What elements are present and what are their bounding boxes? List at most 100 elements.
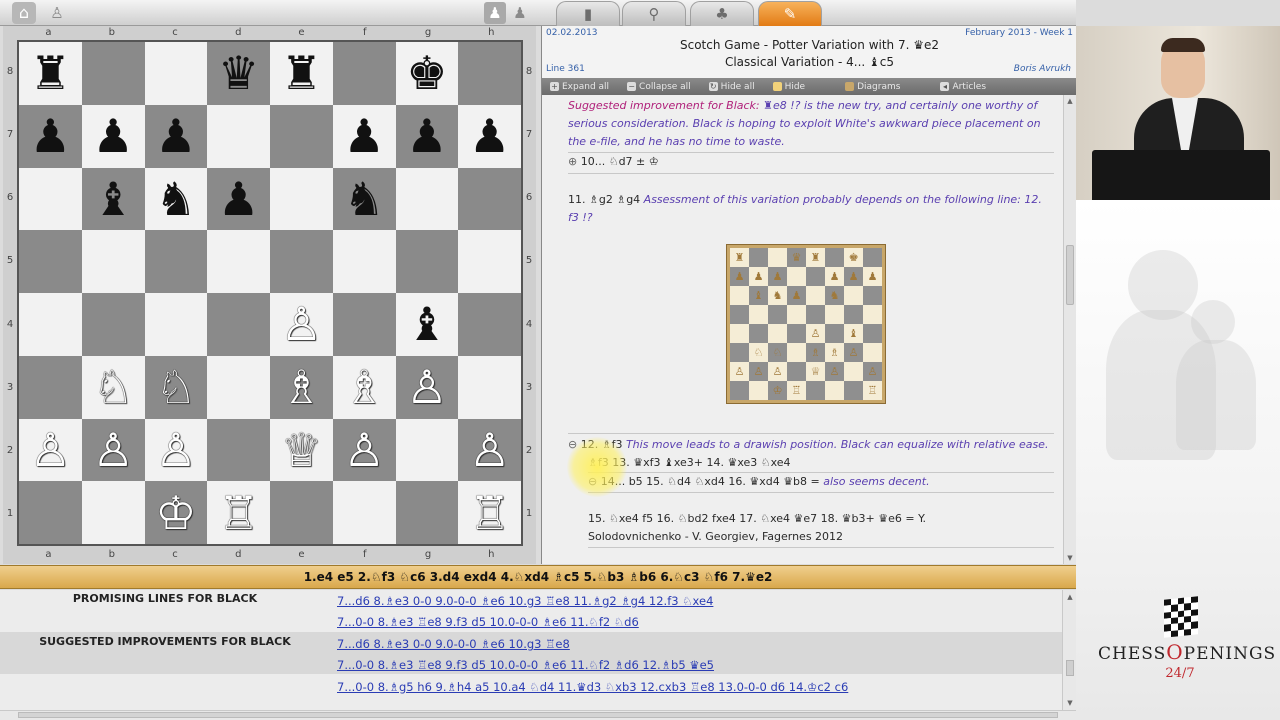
square-e1[interactable] <box>270 481 333 544</box>
square-c8[interactable] <box>144 42 208 105</box>
tab-search[interactable]: ⚲ <box>622 1 686 26</box>
chess-piece[interactable]: ♟ <box>406 113 447 159</box>
square-b2[interactable]: ♙ <box>81 418 145 482</box>
scroll-thumb[interactable] <box>18 712 1058 718</box>
square-c3[interactable]: ♘ <box>144 355 208 419</box>
variation-10[interactable]: ⊕ 10... ♘d7 ± ♔ <box>568 153 659 171</box>
panel-scrollbar[interactable]: ▲ ▼ <box>1063 95 1076 564</box>
square-h3[interactable] <box>458 355 521 419</box>
square-a5[interactable] <box>19 230 82 293</box>
chess-piece[interactable]: ♟ <box>469 113 510 159</box>
variation-12[interactable]: ⊖ 12. ♗f3 This move leads to a drawish p… <box>568 436 1054 454</box>
square-g2[interactable] <box>395 418 459 482</box>
square-a3[interactable] <box>19 355 82 419</box>
scroll-thumb[interactable] <box>1066 245 1074 305</box>
chess-piece[interactable]: ♞ <box>344 176 385 222</box>
square-e2[interactable]: ♕ <box>270 418 333 482</box>
square-e8[interactable]: ♜ <box>270 42 333 105</box>
scroll-down-arrow[interactable]: ▼ <box>1065 554 1075 562</box>
scroll-down-arrow[interactable]: ▼ <box>1065 699 1075 707</box>
chess-piece[interactable]: ♗ <box>281 364 322 410</box>
chess-piece[interactable]: ♘ <box>155 364 196 410</box>
square-a7[interactable]: ♟ <box>19 104 82 168</box>
square-d7[interactable] <box>207 104 270 168</box>
chess-piece[interactable]: ♕ <box>281 427 322 473</box>
tab-book[interactable]: ▮ <box>556 1 620 26</box>
square-f6[interactable]: ♞ <box>332 167 396 231</box>
square-e7[interactable] <box>270 104 333 168</box>
chess-piece[interactable]: ♘ <box>93 364 134 410</box>
square-a8[interactable]: ♜ <box>19 42 82 105</box>
square-g3[interactable]: ♙ <box>395 355 459 419</box>
square-b1[interactable] <box>81 481 145 544</box>
square-a4[interactable] <box>19 293 82 356</box>
square-d3[interactable] <box>207 355 270 419</box>
chess-piece[interactable]: ♜ <box>30 50 71 96</box>
square-h6[interactable] <box>458 167 521 231</box>
square-h8[interactable] <box>458 42 521 105</box>
square-f7[interactable]: ♟ <box>332 104 396 168</box>
square-b8[interactable] <box>81 42 145 105</box>
chess-piece[interactable]: ♝ <box>406 301 447 347</box>
square-g8[interactable]: ♚ <box>395 42 459 105</box>
chess-piece[interactable]: ♞ <box>155 176 196 222</box>
square-b3[interactable]: ♘ <box>81 355 145 419</box>
user-icon[interactable]: ♟ <box>484 2 506 24</box>
chess-piece[interactable]: ♙ <box>93 427 134 473</box>
tab-tree[interactable]: ♣ <box>690 1 754 26</box>
chess-piece[interactable]: ♙ <box>469 427 510 473</box>
square-c6[interactable]: ♞ <box>144 167 208 231</box>
articles-button[interactable]: ◂ Articles <box>940 82 986 92</box>
square-h7[interactable]: ♟ <box>458 104 521 168</box>
chess-piece[interactable]: ♟ <box>344 113 385 159</box>
chess-piece[interactable]: ♝ <box>93 176 134 222</box>
promising-line-2[interactable]: 7...0-0 8.♗e3 ♖e8 9.f3 d5 10.0-0-0 ♗e6 1… <box>337 615 639 629</box>
square-g6[interactable] <box>395 167 459 231</box>
suggested-line-2[interactable]: 7...0-0 8.♗e3 ♖e8 9.f3 d5 10.0-0-0 ♗e6 1… <box>337 658 714 672</box>
square-d6[interactable]: ♟ <box>207 167 270 231</box>
square-h4[interactable] <box>458 293 521 356</box>
diagram-board[interactable]: ♜ ♛ ♜ ♚ ♟ ♟ ♟ ♟ ♟ ♟ ♝ ♞ ♟ ♞ ♙ ♝ ♘ ♘ ♗ ♗ ♙ ♙ ♙ ♙ ♕ ♙ ♙ ♔ ♖ ♖ <box>727 245 885 403</box>
square-c7[interactable]: ♟ <box>144 104 208 168</box>
square-c5[interactable] <box>144 230 208 293</box>
square-c4[interactable] <box>144 293 208 356</box>
square-b6[interactable]: ♝ <box>81 167 145 231</box>
scroll-thumb[interactable] <box>1066 660 1074 676</box>
lines-scrollbar[interactable]: ▲ ▼ <box>1062 590 1076 710</box>
chess-piece[interactable]: ♔ <box>155 490 196 536</box>
expand-all-button[interactable]: + Expand all <box>550 82 609 92</box>
tab-feather[interactable]: ✎ <box>758 1 822 26</box>
square-g7[interactable]: ♟ <box>395 104 459 168</box>
square-a6[interactable] <box>19 167 82 231</box>
chess-piece[interactable]: ♟ <box>93 113 134 159</box>
users-icon[interactable]: ♟ <box>509 2 531 24</box>
chess-piece[interactable]: ♖ <box>469 490 510 536</box>
diagrams-button[interactable]: Diagrams <box>845 82 900 92</box>
chess-piece[interactable]: ♟ <box>155 113 196 159</box>
chess-piece[interactable]: ♙ <box>30 427 71 473</box>
square-e3[interactable]: ♗ <box>270 355 333 419</box>
square-h1[interactable]: ♖ <box>458 481 521 544</box>
hide-all-button[interactable]: ↻ Hide all <box>708 82 755 92</box>
back-icon[interactable]: ♙ <box>46 2 68 24</box>
chess-piece[interactable]: ♖ <box>218 490 259 536</box>
square-d4[interactable] <box>207 293 270 356</box>
chess-piece[interactable]: ♙ <box>406 364 447 410</box>
square-f2[interactable]: ♙ <box>332 418 396 482</box>
square-e6[interactable] <box>270 167 333 231</box>
collapse-all-button[interactable]: − Collapse all <box>627 82 691 92</box>
square-h5[interactable] <box>458 230 521 293</box>
square-b7[interactable]: ♟ <box>81 104 145 168</box>
promising-line-1[interactable]: 7...d6 8.♗e3 0-0 9.0-0-0 ♗e6 10.g3 ♖e8 1… <box>337 594 713 608</box>
home-icon[interactable]: ⌂ <box>12 2 36 24</box>
square-c1[interactable]: ♔ <box>144 481 208 544</box>
chess-board[interactable]: ♜ ♛ ♜ ♚ ♟ ♟ ♟ ♟ ♟ ♟ ♝ ♞ ♟ ♞ ♙ ♝ ♘ ♘ ♗ ♗ ♙ ♙ ♙ ♙ ♕ ♙ ♙ ♔ ♖ ♖ <box>17 40 523 546</box>
chess-piece[interactable]: ♟ <box>218 176 259 222</box>
suggested-line-3[interactable]: 7...0-0 8.♗g5 h6 9.♗h4 a5 10.a4 ♘d4 11.♛… <box>337 680 848 694</box>
square-h2[interactable]: ♙ <box>458 418 521 482</box>
chess-piece[interactable]: ♜ <box>281 50 322 96</box>
scroll-up-arrow[interactable]: ▲ <box>1065 593 1075 601</box>
square-f1[interactable] <box>332 481 396 544</box>
square-d8[interactable]: ♛ <box>207 42 270 105</box>
square-f8[interactable] <box>332 42 396 105</box>
